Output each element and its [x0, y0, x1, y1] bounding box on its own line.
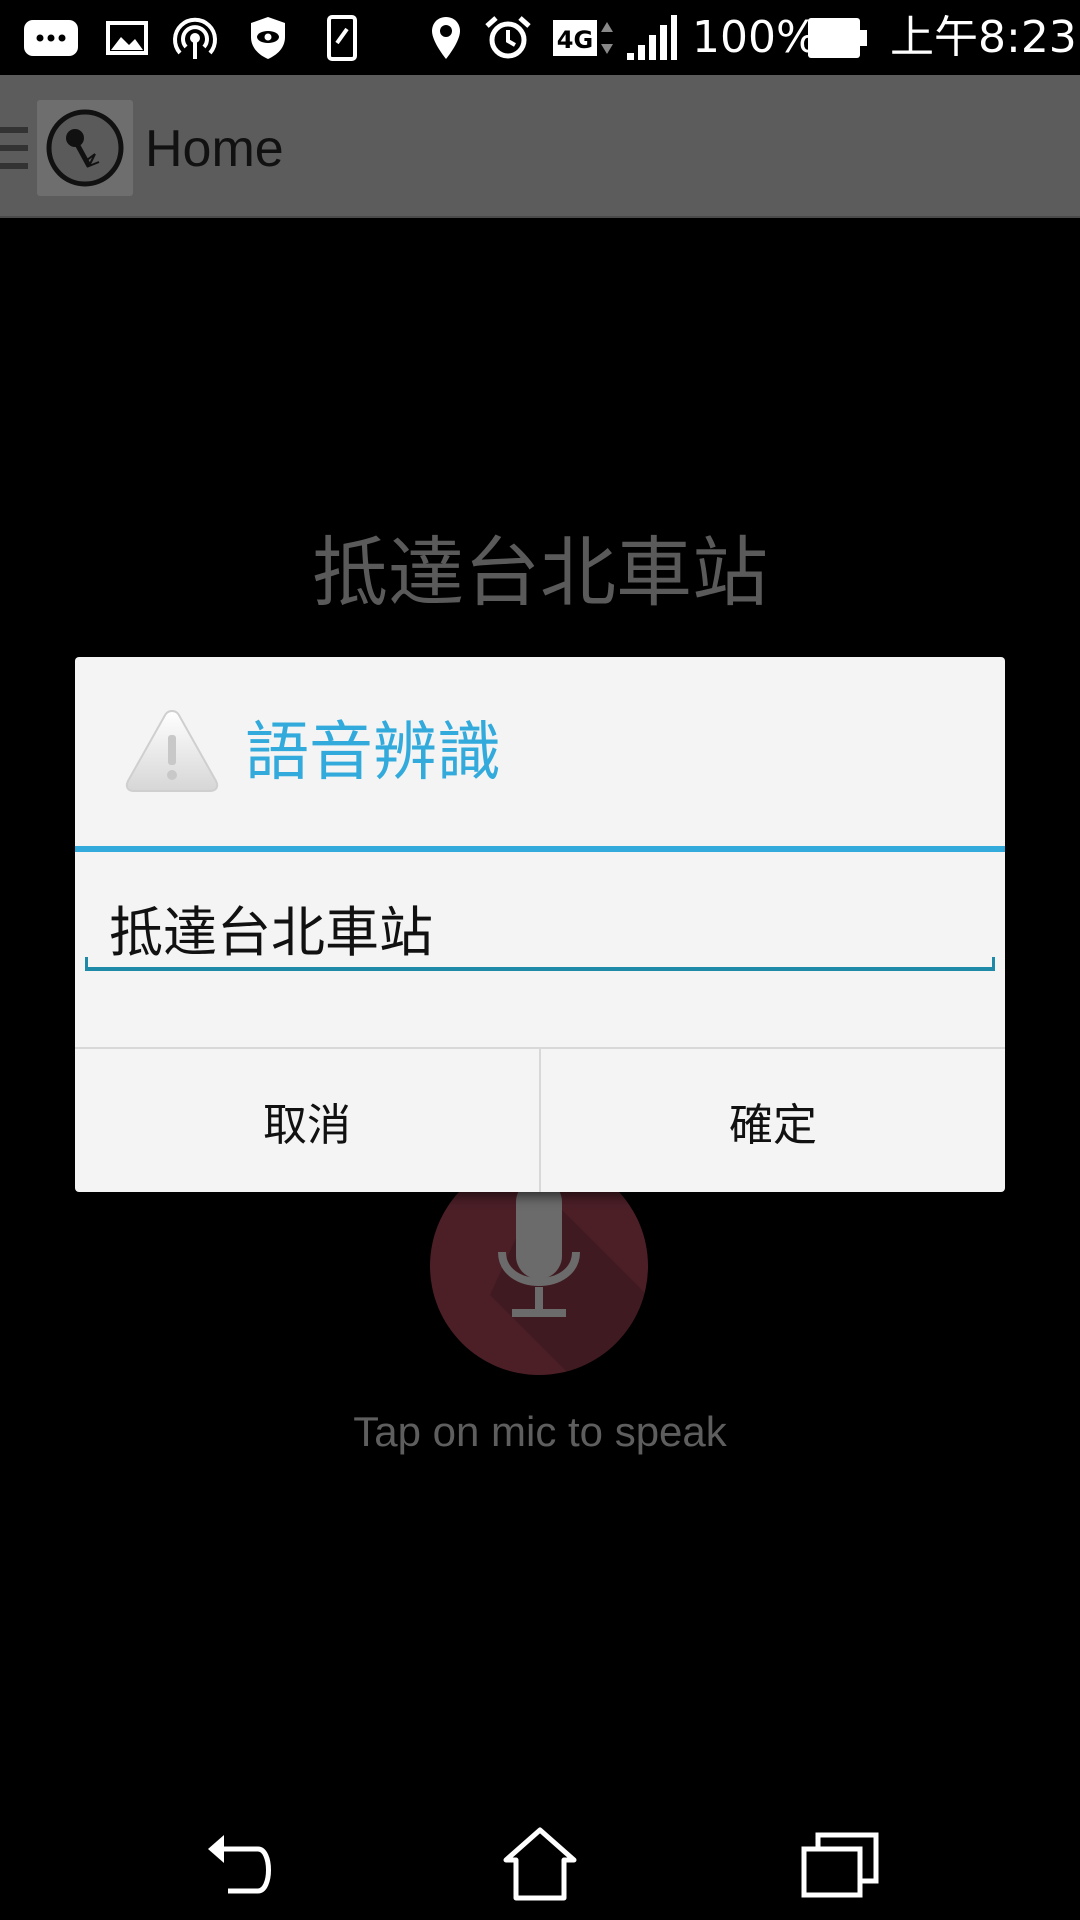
confirm-button[interactable]: 確定 [539, 1049, 1005, 1192]
home-icon[interactable] [460, 1808, 620, 1920]
alarm-icon [482, 14, 534, 62]
phone-icon [327, 14, 357, 62]
dialog-title-divider [75, 846, 1005, 852]
recents-icon[interactable] [760, 1808, 920, 1920]
dialog-title: 語音辨識 [245, 716, 501, 790]
signal-icon [625, 14, 677, 62]
drawer-menu-icon[interactable] [0, 127, 28, 171]
battery-icon [808, 14, 868, 62]
dialog-input-container [85, 857, 995, 1022]
app-title: Home [145, 120, 284, 178]
messages-icon [22, 14, 80, 62]
app-logo-icon[interactable] [37, 100, 133, 196]
warning-icon [122, 705, 222, 797]
network-4g-icon: 4G [553, 14, 617, 62]
input-underline [85, 957, 995, 971]
gallery-icon [105, 14, 149, 62]
cancel-button[interactable]: 取消 [75, 1049, 539, 1192]
shield-icon [247, 14, 289, 62]
back-icon[interactable] [160, 1808, 320, 1920]
hotspot-icon [172, 14, 218, 62]
dialog-button-bar: 取消 確定 [75, 1047, 1005, 1192]
location-icon [428, 14, 464, 62]
navigation-bar [0, 1808, 1080, 1920]
app-bar: Home [0, 75, 1080, 218]
recognized-text-input[interactable] [85, 887, 995, 967]
status-bar: 4G 100% 上午8:23 [0, 0, 1080, 75]
recognized-text: 抵達台北車站 [312, 528, 768, 617]
svg-text:4G: 4G [557, 26, 593, 54]
battery-percent: 100% [692, 12, 818, 63]
mic-hint: Tap on mic to speak [353, 1408, 727, 1455]
dialog-header: 語音辨識 [75, 657, 1005, 847]
speech-recognition-dialog: 語音辨識 取消 確定 [75, 657, 1005, 1192]
clock: 上午8:23 [890, 12, 1077, 63]
